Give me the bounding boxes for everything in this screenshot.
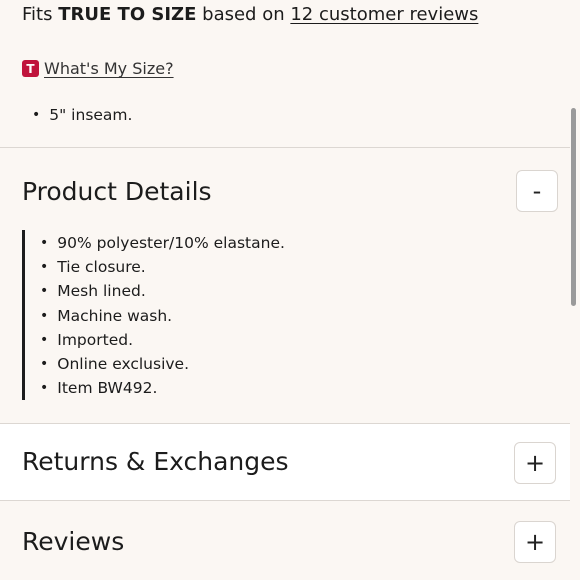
list-item: 90% polyester/10% elastane. <box>40 234 285 252</box>
reviews-title: Reviews <box>22 527 125 556</box>
divider <box>0 147 570 148</box>
size-guide-t-icon: T <box>22 60 39 77</box>
list-item: Mesh lined. <box>40 282 145 300</box>
returns-exchanges-title: Returns & Exchanges <box>22 447 289 476</box>
reviews-expand-button[interactable]: + <box>514 521 556 563</box>
size-guide-row[interactable]: T What's My Size? <box>22 59 174 78</box>
returns-expand-button[interactable]: + <box>514 442 556 484</box>
fit-summary: Fits TRUE TO SIZE based on 12 customer r… <box>22 4 478 25</box>
list-item: Imported. <box>40 331 133 349</box>
list-item: Online exclusive. <box>40 355 189 373</box>
product-details-title: Product Details <box>22 177 212 206</box>
product-details-collapse-button[interactable]: - <box>516 170 558 212</box>
divider <box>0 500 570 501</box>
product-details-list: 90% polyester/10% elastane. Tie closure.… <box>22 230 325 400</box>
inseam-bullet: 5" inseam. <box>32 106 132 124</box>
fit-middle: based on <box>202 4 285 25</box>
list-item: Item BW492. <box>40 379 157 397</box>
fit-emphasis: TRUE TO SIZE <box>58 4 197 25</box>
list-item: Machine wash. <box>40 307 172 325</box>
whats-my-size-link[interactable]: What's My Size? <box>44 59 174 78</box>
list-item: Tie closure. <box>40 258 145 276</box>
scrollbar-thumb[interactable] <box>571 108 576 306</box>
fit-prefix: Fits <box>22 4 53 25</box>
customer-reviews-link[interactable]: 12 customer reviews <box>290 4 478 25</box>
